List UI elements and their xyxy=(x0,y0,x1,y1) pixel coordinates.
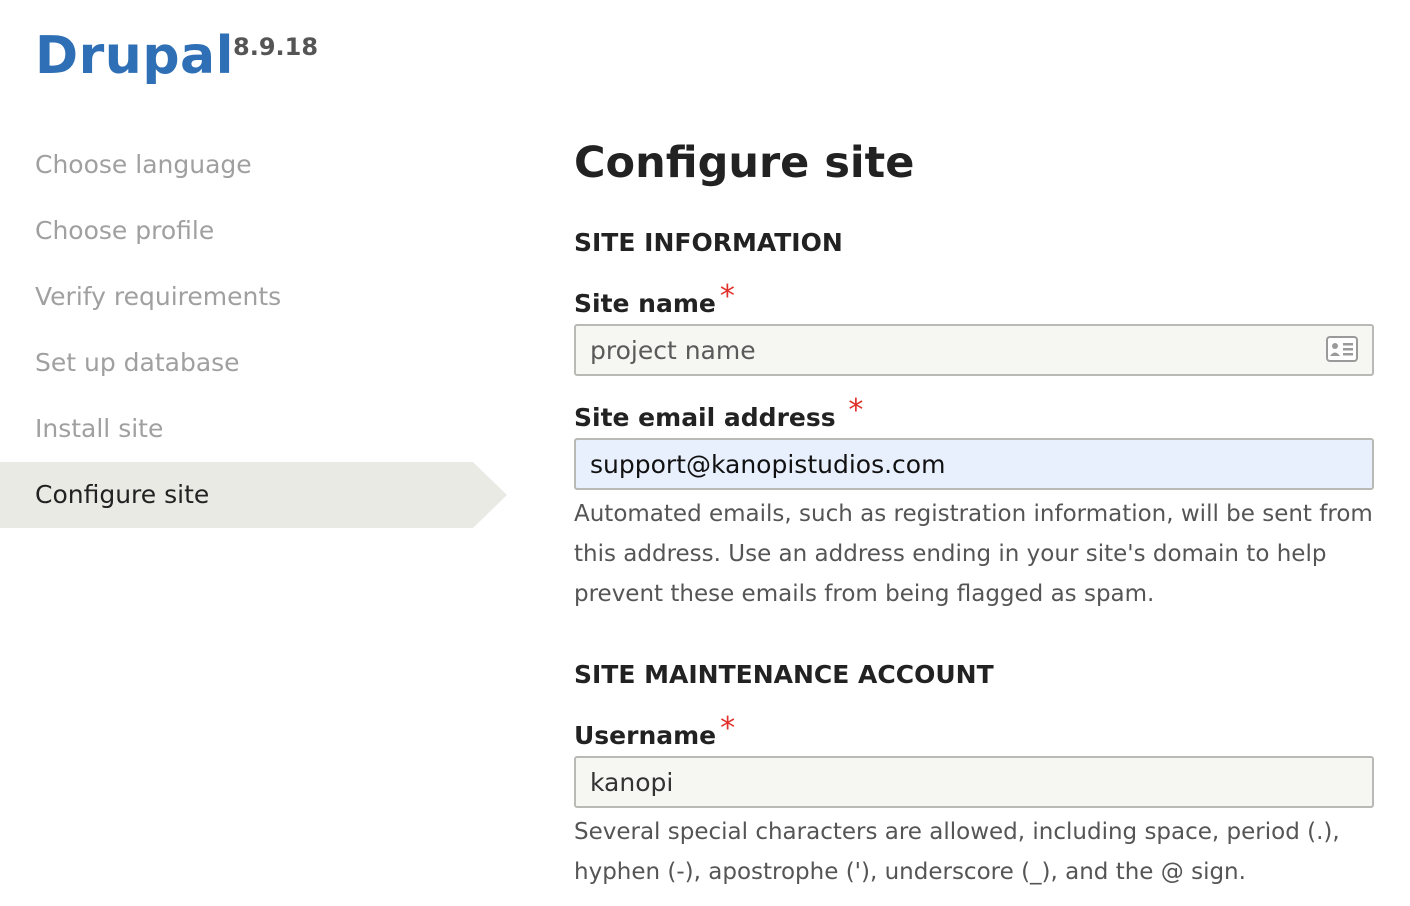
required-marker: * xyxy=(719,279,735,314)
username-field-wrapper xyxy=(574,756,1374,808)
installer-task-list: Choose language Choose profile Verify re… xyxy=(0,132,510,528)
username-description: Several special characters are allowed, … xyxy=(574,819,1340,885)
drupal-version: 8.9.18 xyxy=(233,33,319,61)
required-marker: * xyxy=(720,711,736,746)
task-choose-profile: Choose profile xyxy=(35,216,215,245)
contact-card-icon[interactable] xyxy=(1326,336,1358,362)
drupal-logo-text: Drupal xyxy=(35,26,234,86)
site-name-field-wrapper xyxy=(574,324,1374,376)
site-email-field-wrapper xyxy=(574,438,1374,490)
username-label: Username * xyxy=(574,712,735,753)
site-email-label: Site email address * xyxy=(574,394,863,435)
installer-page: Drupal 8.9.18 Choose language Choose pro… xyxy=(0,0,1410,906)
configure-site-form: Configure site SITE INFORMATION Site nam… xyxy=(574,130,1374,885)
page-title: Configure site xyxy=(574,138,915,188)
task-configure-site: Configure site xyxy=(0,462,507,528)
site-email-input[interactable] xyxy=(574,438,1374,490)
task-choose-language: Choose language xyxy=(35,150,252,179)
site-name-label-text: Site name xyxy=(574,289,716,318)
username-input[interactable] xyxy=(574,756,1374,808)
site-email-label-text: Site email address xyxy=(574,403,836,432)
task-install-site: Install site xyxy=(35,414,164,443)
task-verify-requirements: Verify requirements xyxy=(35,282,282,311)
site-email-description: Automated emails, such as registration i… xyxy=(574,501,1373,607)
task-set-up-database: Set up database xyxy=(35,348,240,377)
maintenance-account-heading: SITE MAINTENANCE ACCOUNT xyxy=(574,660,994,689)
required-marker: * xyxy=(848,393,864,428)
site-name-label: Site name * xyxy=(574,280,735,321)
site-information-heading: SITE INFORMATION xyxy=(574,228,843,257)
site-name-input[interactable] xyxy=(574,324,1374,376)
username-label-text: Username xyxy=(574,721,717,750)
